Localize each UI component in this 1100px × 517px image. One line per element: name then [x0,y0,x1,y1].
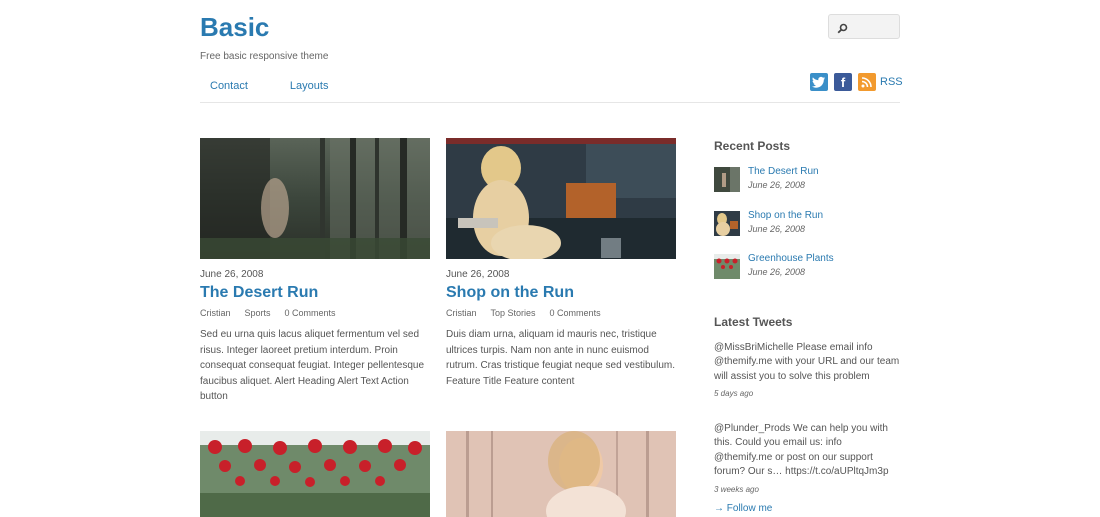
site-description: Free basic responsive theme [200,51,329,62]
post-author-link[interactable]: Cristian [200,308,231,318]
post-excerpt: Duis diam urna, aliquam id mauris nec, t… [446,329,675,387]
post-thumbnail[interactable] [446,138,676,259]
social-links: f RSS [810,73,903,91]
recent-post-item: The Desert Run June 26, 2008 [714,166,904,193]
post-meta: Cristian Top Stories 0 Comments [446,308,676,318]
post-meta: Cristian Sports 0 Comments [200,308,430,318]
post-comments-link[interactable]: 0 Comments [550,308,601,318]
post-comments-link[interactable]: 0 Comments [285,308,336,318]
latest-tweets-title: Latest Tweets [714,315,793,329]
post-excerpt: Sed eu urna quis lacus aliquet fermentum… [200,329,425,402]
recent-posts-title: Recent Posts [714,139,791,153]
nav-item-contact[interactable]: Contact [200,78,258,94]
rss-icon[interactable] [858,73,876,91]
post-author-link[interactable]: Cristian [446,308,477,318]
follow-me-link[interactable]: → Follow me [714,503,772,514]
tweet-item: @Plunder_Prods We can help you with this… [714,422,900,497]
post-thumbnail[interactable] [200,138,430,259]
tweet-text: @MissBriMichelle Please email info @them… [714,342,900,382]
post-category-link[interactable]: Sports [245,308,271,318]
search-box[interactable] [828,14,900,39]
post-card: June 26, 2008 Shop on the Run Cristian T… [446,138,676,389]
recent-post-date: June 26, 2008 [748,224,806,234]
tweet-time: 5 days ago [714,389,754,399]
recent-post-thumbnail[interactable] [714,167,740,192]
search-icon [837,21,848,39]
search-input[interactable] [851,18,897,36]
main-nav: Contact Layouts [200,78,360,94]
recent-post-link[interactable]: The Desert Run [748,166,819,177]
post-title[interactable]: The Desert Run [200,284,430,302]
post-date: June 26, 2008 [200,269,264,280]
tweet-text: @Plunder_Prods We can help you with this… [714,423,889,478]
recent-post-thumbnail[interactable] [714,254,740,279]
header-divider [200,102,900,103]
nav-item-layouts[interactable]: Layouts [280,78,339,94]
recent-post-date: June 26, 2008 [748,267,806,277]
post-card: June 26, 2008 The Desert Run Cristian Sp… [200,138,430,405]
recent-post-item: Greenhouse Plants June 26, 2008 [714,253,904,280]
recent-post-item: Shop on the Run June 26, 2008 [714,210,904,237]
twitter-icon[interactable] [810,73,828,91]
post-category-link[interactable]: Top Stories [491,308,536,318]
facebook-icon[interactable]: f [834,73,852,91]
post-thumbnail[interactable] [200,431,430,517]
site-title[interactable]: Basic [200,12,269,43]
rss-link[interactable]: RSS [880,76,903,88]
post-date: June 26, 2008 [446,269,510,280]
recent-post-date: June 26, 2008 [748,180,806,190]
recent-post-link[interactable]: Shop on the Run [748,210,823,221]
recent-post-link[interactable]: Greenhouse Plants [748,253,834,264]
tweet-item: @MissBriMichelle Please email info @them… [714,341,900,402]
post-thumbnail[interactable] [446,431,676,517]
post-title[interactable]: Shop on the Run [446,284,676,302]
recent-post-thumbnail[interactable] [714,211,740,236]
tweet-time: 3 weeks ago [714,484,759,494]
